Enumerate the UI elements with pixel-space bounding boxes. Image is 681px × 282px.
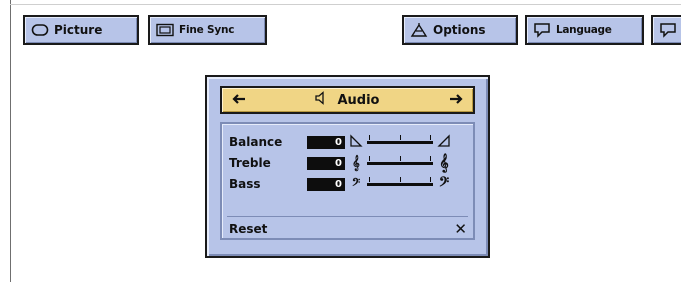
audio-title: Audio (315, 91, 380, 109)
treble-clef-large-icon: 𝄞 (439, 153, 449, 172)
balance-right-icon (433, 133, 455, 151)
bass-clef-small-icon: 𝄢 (351, 176, 361, 192)
tab-options[interactable]: Options (402, 15, 518, 45)
reset-row[interactable]: Reset ✕ (229, 220, 467, 238)
balance-value: 0 (307, 135, 345, 149)
tab-picture-label: Picture (54, 23, 103, 37)
bass-value: 0 (307, 177, 345, 191)
frame-left-border (10, 0, 11, 282)
easel-icon (410, 22, 428, 38)
speech-bubble-icon (659, 22, 677, 38)
audio-settings-area: Balance 0 Treble 0 𝄞 𝄞 Bass 0 𝄢 𝄢 Reset … (220, 122, 475, 240)
balance-left-icon (345, 133, 367, 151)
arrow-right-icon[interactable] (449, 93, 463, 108)
screen-icon (156, 22, 174, 38)
arrow-left-icon[interactable] (232, 93, 246, 108)
treble-value: 0 (307, 156, 345, 170)
balance-slider[interactable] (367, 135, 433, 149)
tab-fine-sync[interactable]: Fine Sync (148, 15, 267, 45)
tab-language[interactable]: Language (525, 15, 644, 45)
rounded-rectangle-icon (31, 22, 49, 38)
treble-slider[interactable] (367, 156, 433, 170)
reset-label: Reset (229, 222, 268, 236)
tab-next-partial[interactable] (651, 15, 681, 45)
audio-menu-panel: Audio Balance 0 Treble 0 𝄞 𝄞 Bass 0 𝄢 𝄢 … (205, 75, 490, 258)
audio-title-bar[interactable]: Audio (220, 86, 475, 114)
treble-row[interactable]: Treble 0 𝄞 𝄞 (229, 153, 455, 173)
tab-picture[interactable]: Picture (23, 15, 139, 45)
settings-divider (227, 216, 468, 217)
audio-title-label: Audio (337, 92, 380, 108)
speech-bubble-icon (533, 22, 551, 38)
bass-row[interactable]: Bass 0 𝄢 𝄢 (229, 174, 455, 194)
tab-fine-sync-label: Fine Sync (179, 24, 235, 36)
frame-top-border (10, 4, 681, 5)
bass-label: Bass (229, 177, 261, 191)
tab-options-label: Options (433, 23, 486, 37)
bass-clef-large-icon: 𝄢 (438, 174, 450, 193)
bass-slider[interactable] (367, 177, 433, 191)
reset-x-icon: ✕ (454, 220, 467, 238)
tab-language-label: Language (556, 24, 612, 36)
speaker-icon (315, 91, 329, 109)
treble-clef-small-icon: 𝄞 (352, 155, 360, 171)
balance-row[interactable]: Balance 0 (229, 132, 455, 152)
treble-label: Treble (229, 156, 271, 170)
balance-label: Balance (229, 135, 283, 149)
